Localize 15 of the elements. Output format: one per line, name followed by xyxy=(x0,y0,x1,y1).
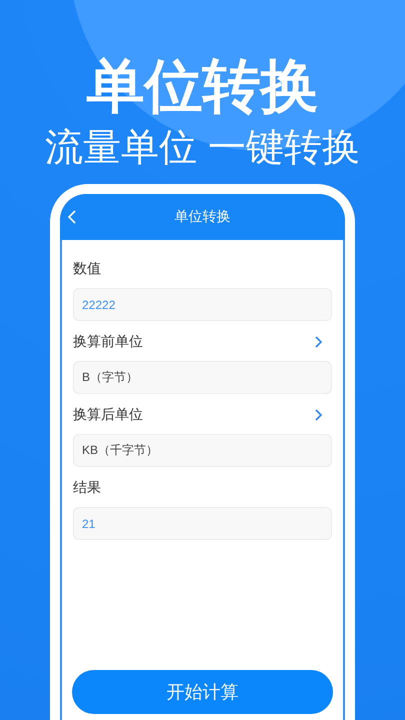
field-label: 结果 xyxy=(73,479,101,497)
field-label: 换算前单位 xyxy=(73,333,143,351)
calculate-button[interactable]: 开始计算 xyxy=(72,670,333,714)
input-field[interactable]: 22222 xyxy=(73,288,332,321)
screen-title: 单位转换 xyxy=(174,208,230,226)
subheadline: 流量单位 一键转换 xyxy=(45,126,360,171)
input-field[interactable]: B（字节） xyxy=(73,361,332,394)
headline: 单位转换 xyxy=(86,53,318,121)
chevron-right-icon[interactable] xyxy=(314,409,322,421)
input-field[interactable]: 21 xyxy=(73,507,332,540)
field-label: 数值 xyxy=(73,260,101,278)
field-label: 换算后单位 xyxy=(73,406,143,424)
chevron-right-icon[interactable] xyxy=(314,336,322,348)
input-field[interactable]: KB（千字节） xyxy=(73,434,332,467)
back-icon[interactable] xyxy=(68,210,76,224)
